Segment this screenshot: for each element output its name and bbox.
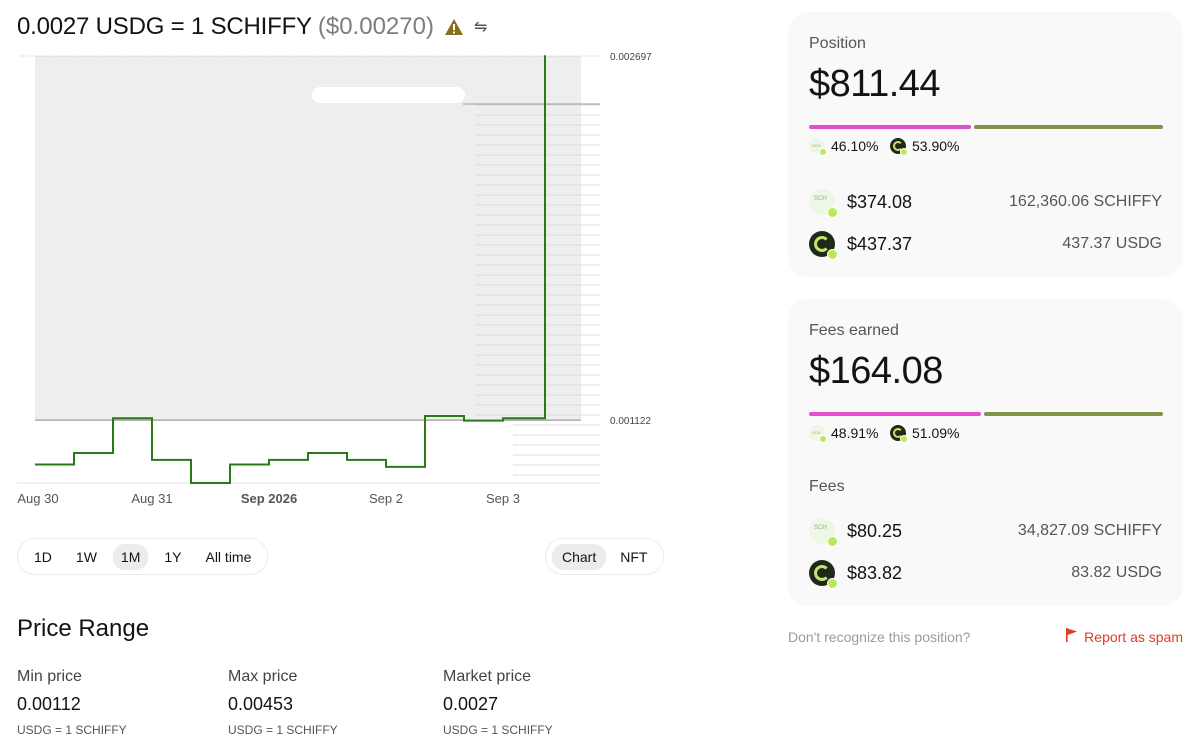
max-price-value: 0.00453 [228,694,294,714]
warning-triangle-icon[interactable] [444,17,464,37]
position-pct-schiffy-text: 46.10% [831,138,879,154]
chart-tooltip-placeholder [312,87,465,103]
fees-pct-usdg-text: 51.09% [912,425,960,441]
fees-bar-usdg [984,412,1163,416]
position-bar-usdg [974,125,1163,129]
schiffy-token-icon: SCH [809,518,838,547]
usdg-token-icon [890,138,908,156]
report-spam-button[interactable]: Report as spam [1066,628,1183,645]
usdg-token-icon [809,560,838,589]
min-price-unit: USDG = 1 SCHIFFY [17,723,127,737]
price-header: 0.0027 USDG = 1 SCHIFFY ($0.00270) ⇋ [17,12,487,42]
max-price: Max price 0.00453 USDG = 1 SCHIFFY [228,668,338,737]
timeframe-1y[interactable]: 1Y [156,544,189,570]
y-label-current: 0.002697 [610,52,652,63]
swap-arrows-icon[interactable]: ⇋ [474,17,487,37]
min-price-label: Min price [17,668,82,685]
position-pct-usdg: 53.90% [890,138,960,156]
fees-value: $164.08 [809,350,943,392]
fees-usdg-amount: 83.82 USDG [1071,564,1162,581]
position-bar-schiffy [809,125,971,129]
position-usdg-row: $437.37 [809,231,913,260]
position-pct-schiffy: SCH 46.10% [809,138,879,156]
fees-title: Fees earned [809,322,899,339]
timeframe-1m[interactable]: 1M [112,543,149,570]
min-price-value: 0.00112 [17,694,81,714]
x-tick-label: Sep 2 [369,491,403,506]
market-price-unit: USDG = 1 SCHIFFY [443,723,553,737]
x-tick-label: Sep 2026 [241,491,297,506]
fees-card: Fees earned $164.08 SCH 48.91% 51.09% Fe… [788,299,1183,606]
position-usdg-usd: $437.37 [847,233,913,254]
fees-section-label: Fees [809,478,845,495]
market-price: Market price 0.0027 USDG = 1 SCHIFFY [443,668,553,737]
price-chart: 0.002697 0.001122 Aug 30 Aug 31 Sep 2026 Sep … [17,52,652,506]
position-value: $811.44 [809,63,941,105]
x-tick-label: Sep 3 [486,491,520,506]
timeframe-1d[interactable]: 1D [26,544,60,570]
timeframe-1w[interactable]: 1W [68,544,105,570]
usdg-token-icon [890,425,908,443]
position-title: Position [809,35,866,52]
fees-schiffy-usd: $80.25 [847,520,903,541]
usdg-token-icon [809,231,838,260]
price-range-title: Price Range [17,615,150,642]
fees-pct-schiffy: SCH 48.91% [809,425,879,443]
unrecognized-position-text: Don't recognize this position? [788,629,971,645]
view-chart-button[interactable]: Chart [552,543,607,570]
y-label-min: 0.001122 [610,416,651,427]
timeframe-selector: 1D 1W 1M 1Y All time [17,538,269,575]
fees-usdg-row: $83.82 [809,560,903,589]
max-price-label: Max price [228,668,298,685]
fees-usdg-usd: $83.82 [847,562,903,583]
fees-bar-schiffy [809,412,981,416]
rate-text: 0.0027 USDG = 1 SCHIFFY [17,13,312,40]
position-schiffy-row: SCH $374.08 [809,189,913,218]
usd-price: ($0.00270) [317,13,434,40]
view-nft-button[interactable]: NFT [610,544,657,570]
position-schiffy-usd: $374.08 [847,191,913,212]
view-toggle: Chart NFT [545,538,665,575]
schiffy-token-icon: SCH [809,425,827,443]
fees-pct-usdg: 51.09% [890,425,960,443]
position-card: Position $811.44 SCH 46.10% 53.90% SCH $… [788,12,1183,277]
market-price-label: Market price [443,668,532,685]
position-usdg-amount: 437.37 USDG [1062,235,1162,252]
min-price: Min price 0.00112 USDG = 1 SCHIFFY [17,668,127,737]
x-tick-label: Aug 30 [17,491,58,506]
flag-icon [1066,628,1078,645]
position-schiffy-amount: 162,360.06 SCHIFFY [1009,193,1162,210]
schiffy-token-icon: SCH [809,189,838,218]
x-tick-label: Aug 31 [131,491,172,506]
fees-schiffy-row: SCH $80.25 [809,518,903,547]
timeframe-all-time[interactable]: All time [197,544,259,570]
market-price-value: 0.0027 [443,694,499,714]
max-price-unit: USDG = 1 SCHIFFY [228,723,338,737]
fees-schiffy-amount: 34,827.09 SCHIFFY [1017,522,1162,539]
report-spam-label: Report as spam [1084,628,1183,645]
fees-pct-schiffy-text: 48.91% [831,425,879,441]
position-pct-usdg-text: 53.90% [912,138,960,154]
schiffy-token-icon: SCH [809,138,827,156]
